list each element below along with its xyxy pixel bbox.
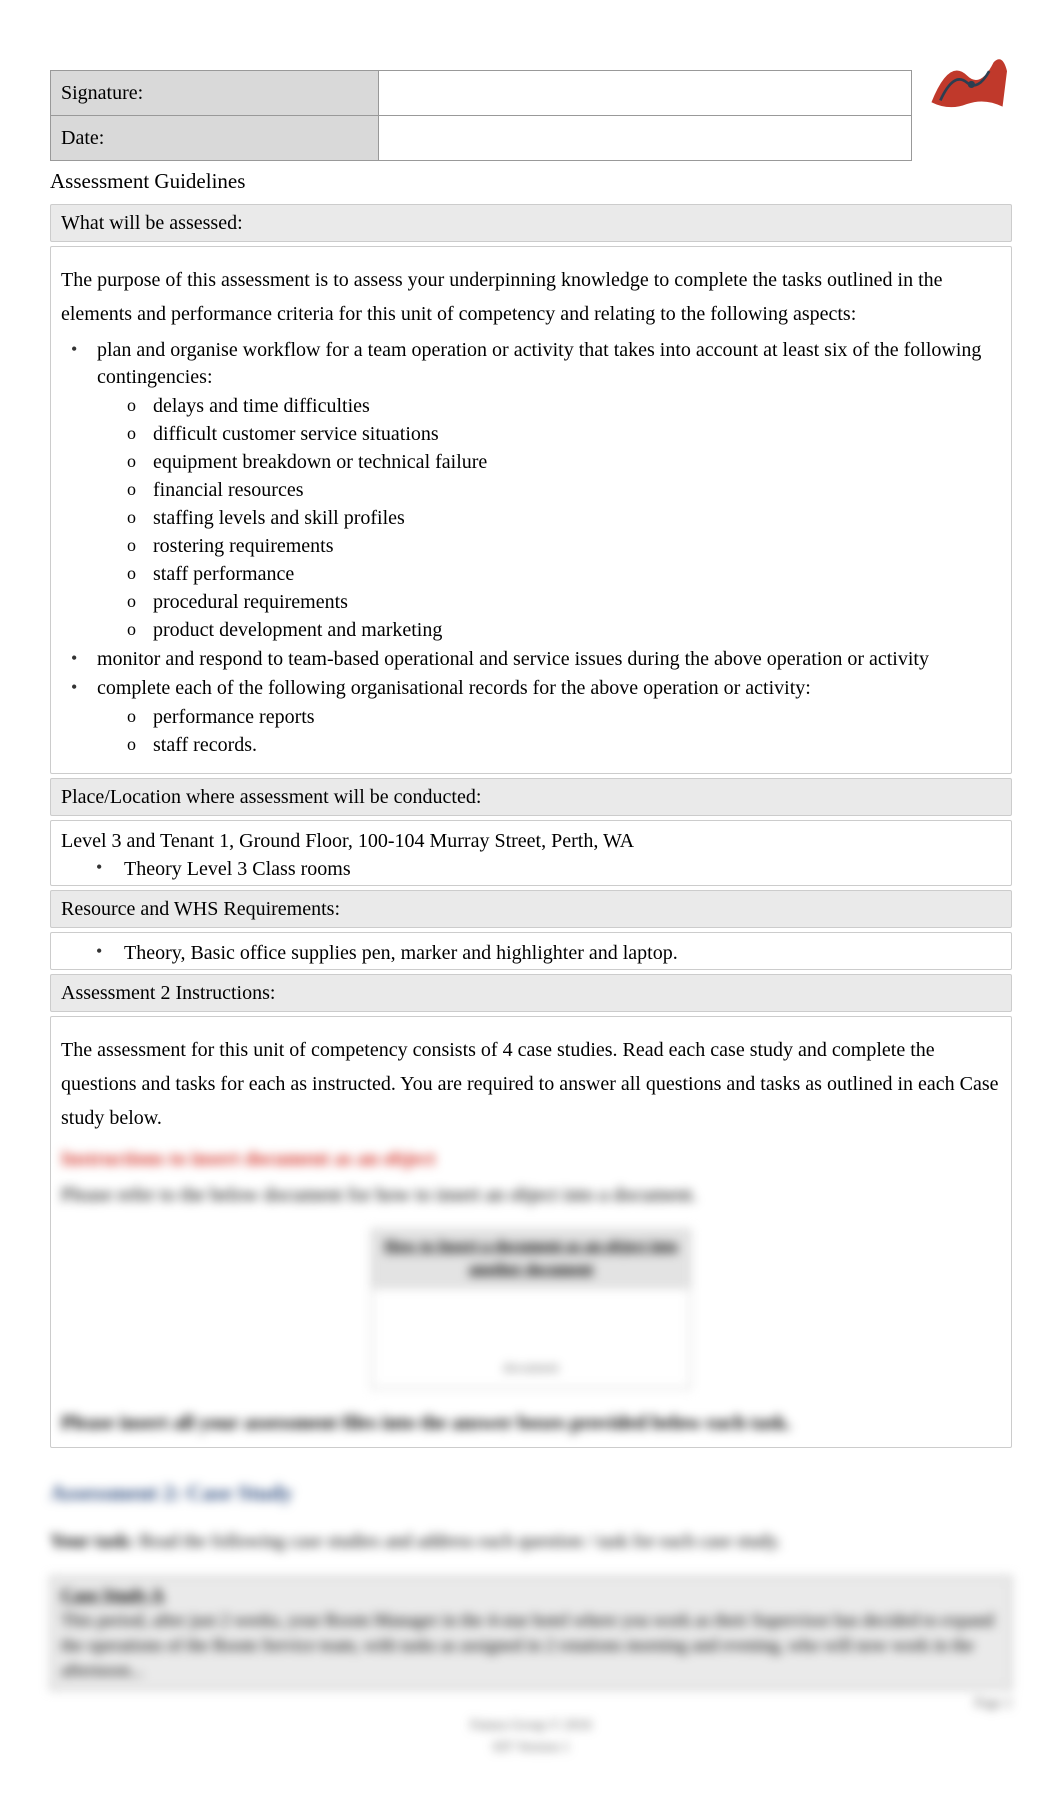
signature-value[interactable]	[379, 71, 912, 116]
bullet-complete-records: complete each of the following organisat…	[97, 677, 811, 699]
sub-bullet: procedural requirements	[127, 589, 1001, 616]
instructions-heading: Assessment 2 Instructions:	[50, 974, 1012, 1012]
signature-label: Signature:	[51, 71, 379, 116]
assessment-heading: Assessment 2: Case Study	[50, 1478, 1012, 1509]
blurred-footer-area: Assessment 2: Case Study Your task: Read…	[50, 1478, 1012, 1757]
task-label: Your task:	[50, 1531, 135, 1552]
case-study-title: Case Study A	[61, 1583, 1001, 1608]
instructions-box: The assessment for this unit of competen…	[50, 1016, 1012, 1448]
what-assessed-heading: What will be assessed:	[50, 204, 1012, 242]
task-text: Read the following case studies and addr…	[135, 1531, 782, 1552]
instructions-paragraph: The assessment for this unit of competen…	[61, 1033, 1001, 1135]
assessment-content-box: The purpose of this assessment is to ass…	[50, 246, 1012, 774]
contingencies-list: delays and time difficulties difficult c…	[97, 393, 1001, 644]
place-location-box: Level 3 and Tenant 1, Ground Floor, 100-…	[50, 820, 1012, 886]
sub-bullet: financial resources	[127, 477, 1001, 504]
place-bullet: Theory Level 3 Class rooms	[96, 855, 1001, 883]
purpose-paragraph: The purpose of this assessment is to ass…	[61, 263, 1001, 331]
sub-bullet: delays and time difficulties	[127, 393, 1001, 420]
bullet-plan-organise: plan and organise workflow for a team op…	[97, 339, 981, 388]
page-title: Assessment Guidelines	[50, 167, 1012, 196]
sub-bullet: staff performance	[127, 561, 1001, 588]
resource-whs-heading: Resource and WHS Requirements:	[50, 890, 1012, 928]
bullet-monitor-respond: monitor and respond to team-based operat…	[69, 646, 1001, 673]
embedded-object-title: How to Insert a document as an object in…	[372, 1230, 690, 1288]
resource-whs-box: Theory, Basic office supplies pen, marke…	[50, 932, 1012, 970]
place-location-text: Level 3 and Tenant 1, Ground Floor, 100-…	[61, 827, 1001, 855]
sub-bullet: product development and marketing	[127, 617, 1001, 644]
sub-bullet: difficult customer service situations	[127, 421, 1001, 448]
page-number: Page 2	[50, 1694, 1012, 1714]
case-study-table: Case Study A This period, after just 2 w…	[50, 1576, 1012, 1691]
logo-icon	[922, 40, 1012, 120]
case-study-body: This period, after just 2 weeks, your Ro…	[61, 1608, 1001, 1684]
date-value[interactable]	[379, 116, 912, 161]
sub-bullet: rostering requirements	[127, 533, 1001, 560]
task-line: Your task: Read the following case studi…	[50, 1529, 1012, 1556]
date-label: Date:	[51, 116, 379, 161]
signature-table: Signature: Date:	[50, 70, 912, 161]
records-list: performance reports staff records.	[97, 704, 1001, 759]
embedded-object-body: document	[372, 1288, 690, 1388]
sub-bullet: equipment breakdown or technical failure	[127, 449, 1001, 476]
embedded-object-box: How to Insert a document as an object in…	[371, 1229, 691, 1389]
sub-bullet: performance reports	[127, 704, 1001, 731]
sub-bullet: staff records.	[127, 732, 1001, 759]
sub-bullet: staffing levels and skill profiles	[127, 505, 1001, 532]
insert-instruction-line: Please insert all your assessment files …	[61, 1409, 1001, 1437]
resource-bullet: Theory, Basic office supplies pen, marke…	[96, 939, 1001, 967]
footer-copyright: Futura Group © 2016	[50, 1716, 1012, 1736]
blurred-content: Instructions to insert document as an ob…	[61, 1145, 1001, 1437]
main-bullet-list: plan and organise workflow for a team op…	[61, 337, 1001, 759]
red-instruction-line: Instructions to insert document as an ob…	[61, 1145, 1001, 1173]
place-location-heading: Place/Location where assessment will be …	[50, 778, 1012, 816]
refer-line: Please refer to the below document for h…	[61, 1181, 1001, 1209]
footer-version: SIT Version 1	[50, 1738, 1012, 1758]
